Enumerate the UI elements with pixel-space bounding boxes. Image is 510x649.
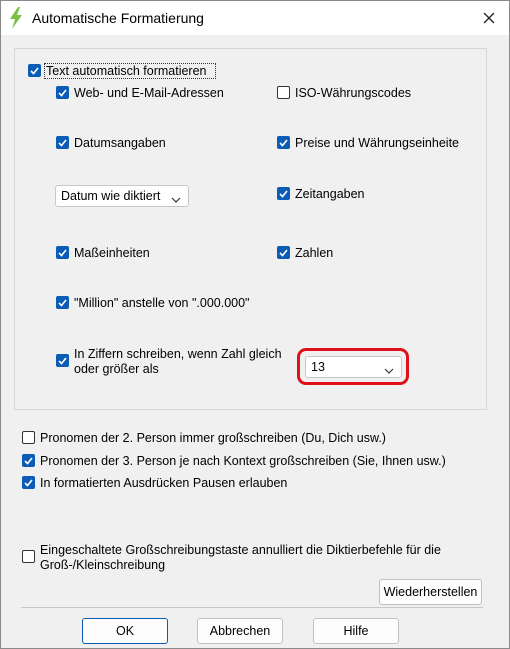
checkbox-checked-icon	[277, 246, 290, 259]
lightning-icon	[8, 7, 24, 29]
prices-checkbox[interactable]: Preise und Währungseinheite	[277, 136, 459, 150]
checkbox-checked-icon	[22, 476, 35, 489]
checkbox-unchecked-icon	[22, 431, 35, 444]
window-title: Automatische Formatierung	[32, 10, 204, 26]
title-bar: Automatische Formatierung	[1, 1, 509, 35]
digits-label-line1: In Ziffern schreiben, wenn Zahl gleich	[74, 347, 282, 361]
checkbox-checked-icon	[277, 136, 290, 149]
digits-label: In Ziffern schreiben, wenn Zahl gleich o…	[74, 347, 282, 377]
prices-label: Preise und Währungseinheite	[295, 136, 459, 150]
dates-label: Datumsangaben	[74, 136, 166, 150]
checkbox-unchecked-icon	[277, 86, 290, 99]
separator	[21, 607, 483, 608]
units-checkbox[interactable]: Maßeinheiten	[56, 246, 150, 260]
help-button[interactable]: Hilfe	[313, 618, 399, 644]
checkbox-checked-icon	[56, 136, 69, 149]
numbers-checkbox[interactable]: Zahlen	[277, 246, 333, 260]
web-email-checkbox[interactable]: Web- und E-Mail-Adressen	[56, 86, 224, 100]
checkbox-checked-icon	[277, 187, 290, 200]
auto-format-label: Text automatisch formatieren	[46, 64, 207, 78]
pronoun3-checkbox[interactable]: Pronomen der 3. Person je nach Kontext g…	[22, 454, 446, 468]
iso-currency-label: ISO-Währungscodes	[295, 86, 412, 100]
highlight-annotation	[297, 348, 409, 385]
iso-currency-checkbox[interactable]: ISO-Währungscodes	[277, 86, 411, 100]
ok-button[interactable]: OK	[82, 618, 168, 644]
pronoun3-label: Pronomen der 3. Person je nach Kontext g…	[40, 454, 446, 468]
checkbox-checked-icon	[56, 296, 69, 309]
capslock-label-line2: Groß-/Kleinschreibung	[40, 558, 166, 572]
auto-format-checkbox[interactable]: Text automatisch formatieren	[28, 64, 207, 78]
pauses-label: In formatierten Ausdrücken Pausen erlaub…	[40, 476, 288, 490]
capslock-checkbox[interactable]	[22, 550, 40, 563]
checkbox-checked-icon	[56, 86, 69, 99]
pauses-checkbox[interactable]: In formatierten Ausdrücken Pausen erlaub…	[22, 476, 287, 490]
restore-button[interactable]: Wiederherstellen	[379, 579, 482, 605]
chevron-down-icon	[171, 192, 181, 206]
units-label: Maßeinheiten	[74, 246, 150, 260]
capslock-label: Eingeschaltete Großschreibungstaste annu…	[40, 543, 441, 573]
cancel-button[interactable]: Abbrechen	[197, 618, 283, 644]
checkbox-checked-icon	[56, 354, 69, 367]
numbers-label: Zahlen	[295, 246, 334, 260]
times-label: Zeitangaben	[295, 187, 365, 201]
date-format-select[interactable]: Datum wie diktiert	[55, 185, 189, 207]
date-format-value: Datum wie diktiert	[61, 189, 161, 203]
web-email-label: Web- und E-Mail-Adressen	[74, 86, 224, 100]
close-icon[interactable]	[471, 3, 507, 33]
digits-checkbox[interactable]	[56, 354, 74, 367]
checkbox-checked-icon	[56, 246, 69, 259]
checkbox-checked-icon	[22, 454, 35, 467]
dialog-window: Automatische Formatierung Text automatis…	[0, 0, 510, 649]
dates-checkbox[interactable]: Datumsangaben	[56, 136, 166, 150]
pronoun2-checkbox[interactable]: Pronomen der 2. Person immer großschreib…	[22, 431, 386, 445]
digits-label-line2: oder größer als	[74, 362, 159, 376]
million-label: "Million" anstelle von ".000.000"	[74, 296, 250, 310]
pronoun2-label: Pronomen der 2. Person immer großschreib…	[40, 431, 386, 445]
million-checkbox[interactable]: "Million" anstelle von ".000.000"	[56, 296, 250, 310]
checkbox-unchecked-icon	[22, 550, 35, 563]
checkbox-checked-icon	[28, 64, 41, 77]
capslock-label-line1: Eingeschaltete Großschreibungstaste annu…	[40, 543, 441, 557]
times-checkbox[interactable]: Zeitangaben	[277, 187, 365, 201]
